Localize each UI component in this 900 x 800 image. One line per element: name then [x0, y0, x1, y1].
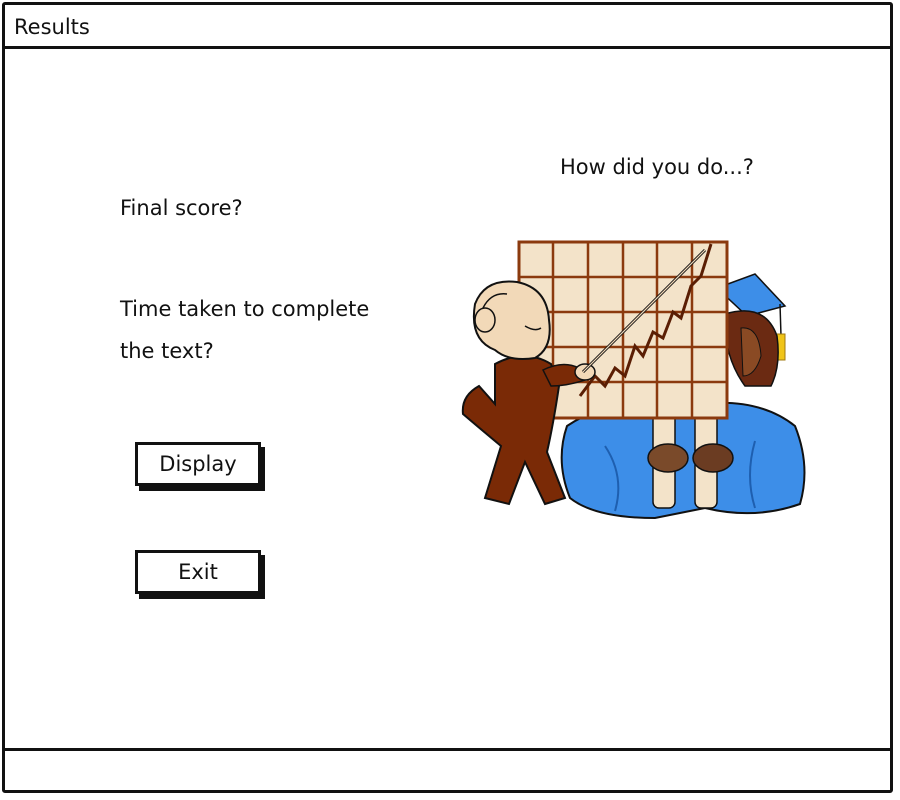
final-score-label: Final score? — [120, 196, 243, 220]
time-taken-label-line2: the text? — [120, 339, 214, 363]
teacher-chart-graduate-icon — [461, 240, 806, 520]
time-taken-label-line1: Time taken to complete — [120, 297, 370, 321]
status-bar — [5, 748, 890, 790]
window-title: Results — [14, 15, 90, 39]
exit-button[interactable]: Exit — [135, 550, 261, 594]
how-did-you-do-heading: How did you do...? — [560, 155, 754, 179]
title-bar: Results — [5, 5, 890, 49]
display-button[interactable]: Display — [135, 442, 261, 486]
